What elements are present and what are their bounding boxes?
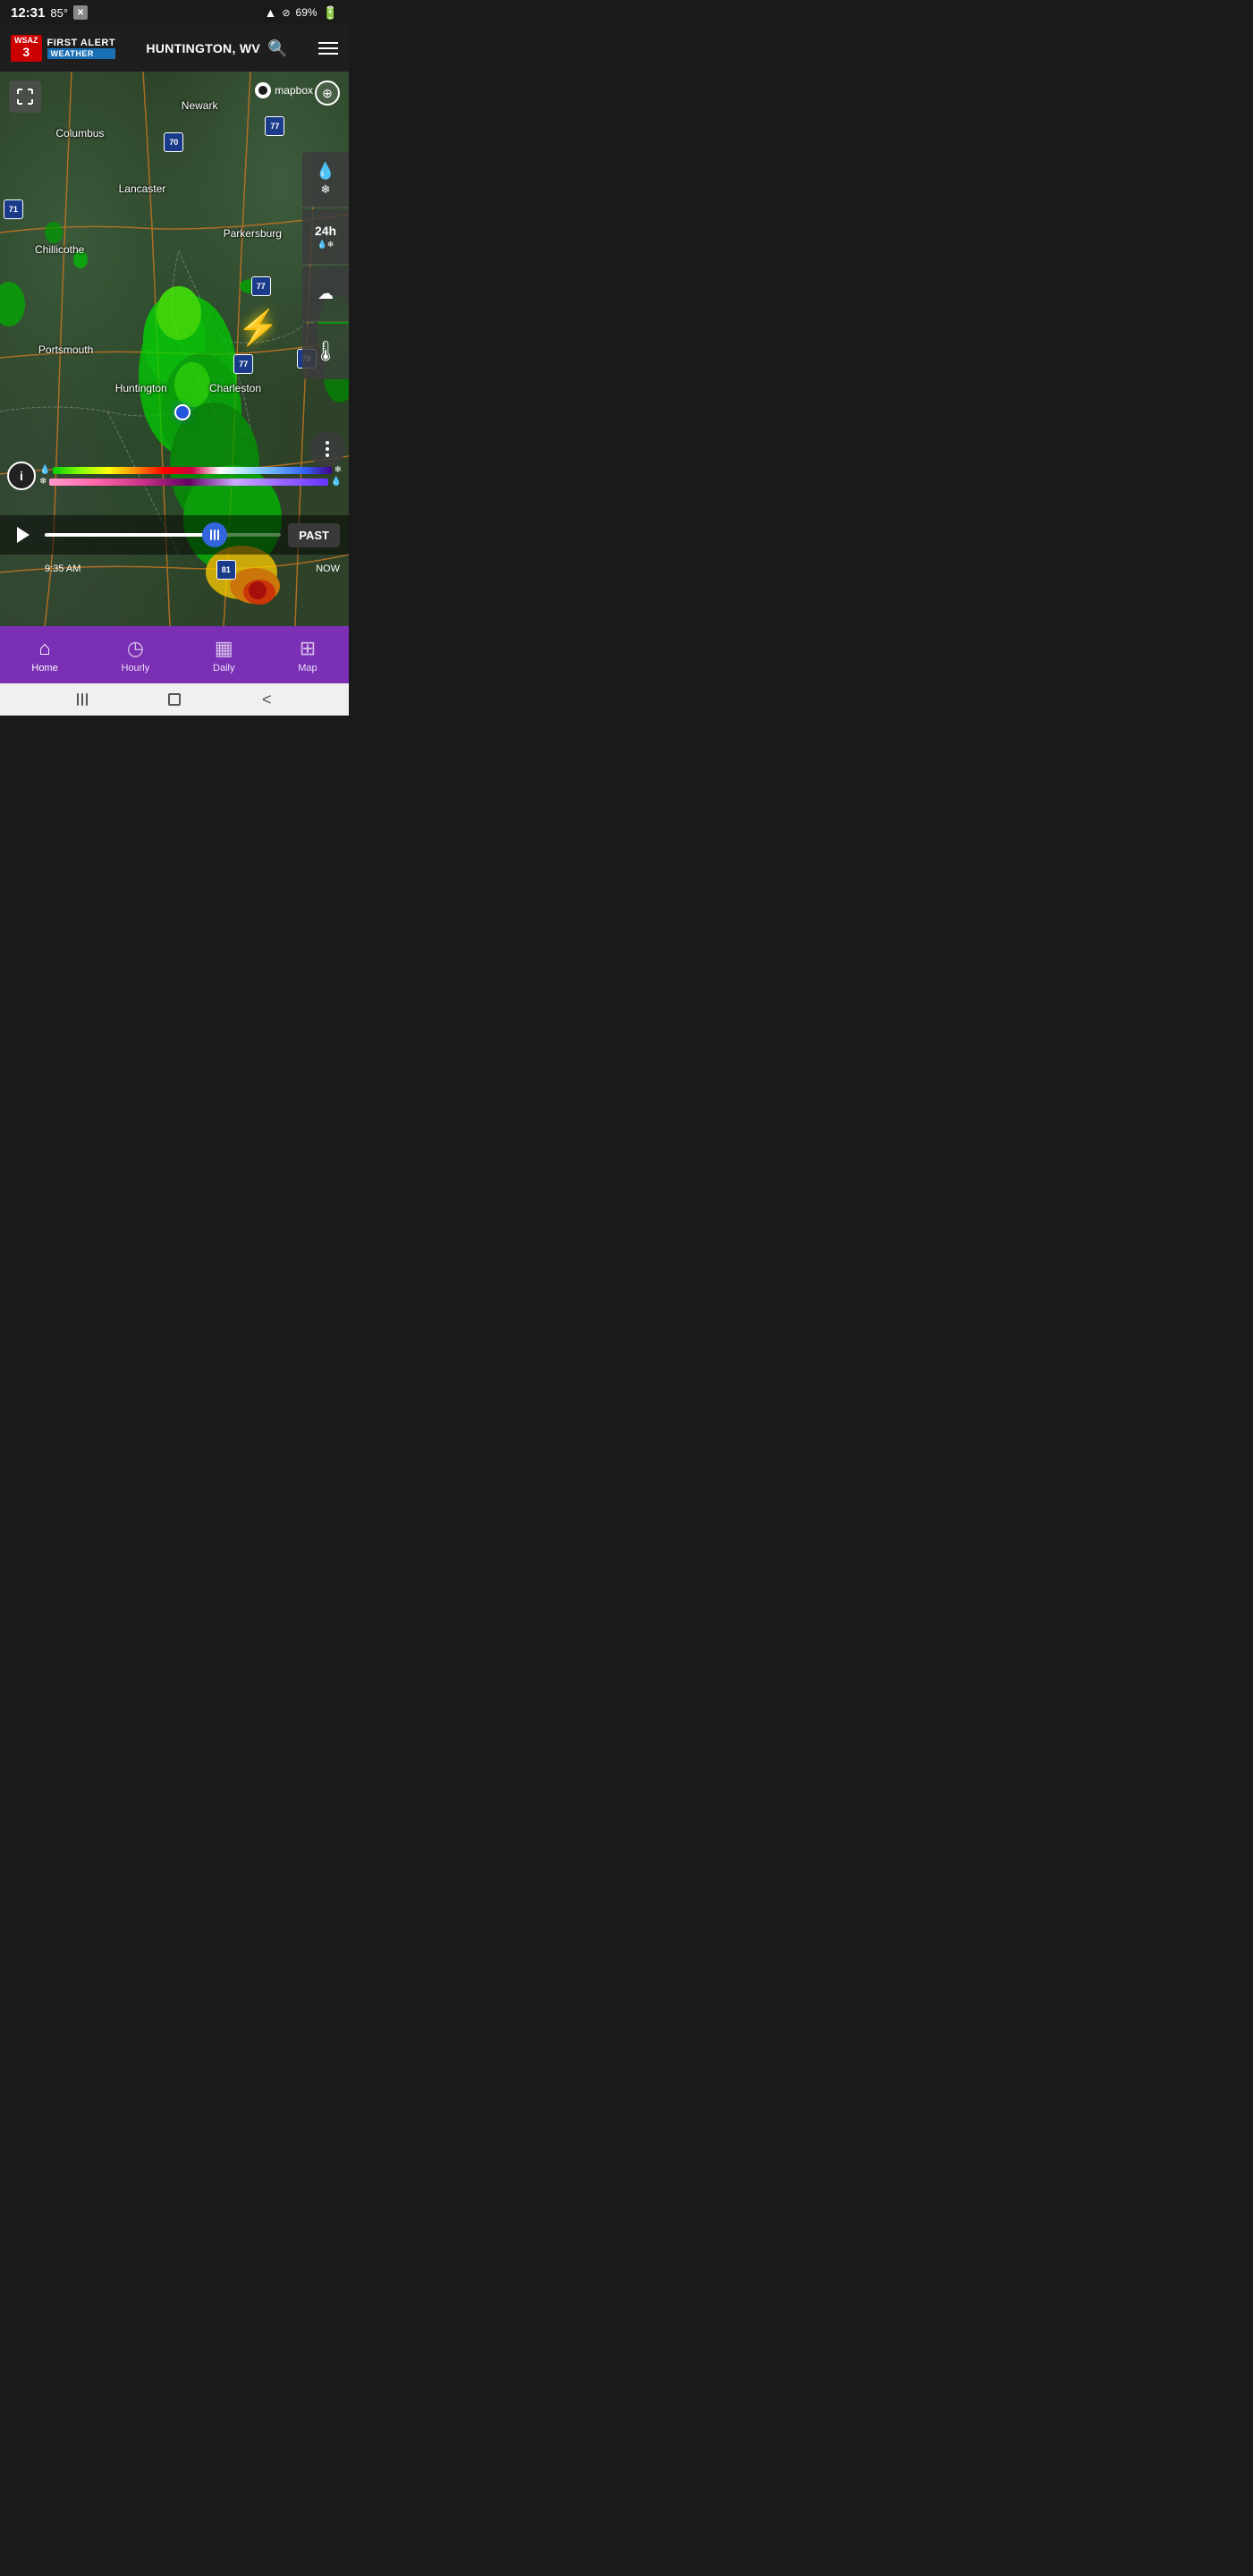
interstate-77-mid: 77 xyxy=(251,276,271,296)
logo-text: FIRST ALERT WEATHER xyxy=(47,38,116,59)
notification-icon: ✕ xyxy=(73,5,88,20)
rain-legend-icon2: 💧 xyxy=(331,477,342,487)
play-icon xyxy=(17,527,30,543)
map-layer-panel: 💧 ❄ 24h 💧❄ ☁ 🌡 xyxy=(302,152,349,379)
radar-legend: i 💧 ❄ ❄ 💧 xyxy=(0,458,349,494)
interstate-77-s: 77 xyxy=(233,354,253,374)
user-location-dot xyxy=(174,404,190,420)
nav-home[interactable]: ⌂ Home xyxy=(17,633,72,677)
battery-icon: 🔋 xyxy=(323,5,338,21)
nav-map[interactable]: ⊞ Map xyxy=(284,633,331,677)
bottom-navigation: ⌂ Home ◷ Hourly ▦ Daily ⊞ Map xyxy=(0,626,349,683)
location-text: HUNTINGTON, WV xyxy=(146,41,260,55)
precip-color-bar xyxy=(53,467,331,474)
more-dots-icon xyxy=(326,441,329,457)
nav-daily[interactable]: ▦ Daily xyxy=(199,633,249,677)
snowflake-icon: ❄ xyxy=(321,182,331,197)
home-icon: ⌂ xyxy=(38,637,50,660)
precip-snow-icon: 💧❄ xyxy=(317,240,334,250)
time-now-label: NOW xyxy=(316,564,340,574)
playback-thumb[interactable] xyxy=(202,522,227,547)
my-location-button[interactable]: ⊕ xyxy=(315,80,340,106)
temperature-display: 85° xyxy=(50,6,68,20)
logo: WSAZ 3 FIRST ALERT WEATHER xyxy=(11,35,115,61)
interstate-70: 70 xyxy=(164,132,183,152)
radar-playback-bar: PAST xyxy=(0,515,349,555)
menu-button[interactable] xyxy=(318,42,338,55)
wifi-icon: ▲ xyxy=(264,5,276,20)
time-display: 12:31 xyxy=(11,5,45,21)
precip-icon: 💧 xyxy=(316,162,335,181)
temperature-layer-button[interactable]: 🌡 xyxy=(302,324,349,379)
channel-badge: WSAZ 3 xyxy=(11,35,42,61)
home-button[interactable] xyxy=(164,689,185,710)
cloud-icon: ☁ xyxy=(317,284,334,303)
recents-icon xyxy=(77,693,88,706)
winter-color-bar xyxy=(49,479,327,486)
daily-icon: ▦ xyxy=(215,637,233,660)
precipitation-layer-button[interactable]: 💧 ❄ xyxy=(302,152,349,208)
system-navigation-bar: < xyxy=(0,683,349,716)
thermometer-icon: 🌡 xyxy=(313,340,338,363)
cloud-layer-button[interactable]: ☁ xyxy=(302,267,349,322)
playback-progress xyxy=(45,533,215,537)
legend-scales: 💧 ❄ ❄ 💧 xyxy=(39,465,342,487)
interstate-77-ne: 77 xyxy=(265,116,284,136)
nav-hourly[interactable]: ◷ Hourly xyxy=(106,633,164,677)
app-header: WSAZ 3 FIRST ALERT WEATHER HUNTINGTON, W… xyxy=(0,25,349,72)
status-bar: 12:31 85° ✕ ▲ ⊘ 69% 🔋 xyxy=(0,0,349,25)
hourly-icon: ◷ xyxy=(127,637,144,660)
mapbox-logo xyxy=(255,82,271,98)
back-icon: < xyxy=(262,691,272,709)
home-sys-icon xyxy=(168,693,181,706)
signal-icon: ⊘ xyxy=(282,7,290,19)
status-right: ▲ ⊘ 69% 🔋 xyxy=(264,5,338,21)
playback-track[interactable] xyxy=(45,533,281,537)
status-left: 12:31 85° ✕ xyxy=(11,5,88,21)
expand-map-button[interactable] xyxy=(9,80,41,113)
interstate-71: 71 xyxy=(4,199,23,219)
snow-legend-icon2: ❄ xyxy=(39,477,47,487)
precip-legend-row: 💧 ❄ xyxy=(39,465,342,475)
location-search-bar[interactable]: HUNTINGTON, WV 🔍 xyxy=(146,39,287,58)
map-view[interactable]: mapbox ⊕ Newark Columbus Lancaster Chill… xyxy=(0,72,349,626)
past-button[interactable]: PAST xyxy=(288,523,340,547)
search-icon[interactable]: 🔍 xyxy=(267,39,288,58)
play-button[interactable] xyxy=(9,521,38,549)
winter-legend-row: ❄ 💧 xyxy=(39,477,342,487)
mapbox-label: mapbox xyxy=(275,84,313,97)
rain-legend-icon: 💧 xyxy=(39,465,50,475)
back-button[interactable]: < xyxy=(256,689,277,710)
thumb-lines-icon xyxy=(210,530,219,540)
time-labels: 9:35 AM NOW xyxy=(45,564,340,574)
map-nav-icon: ⊞ xyxy=(300,637,316,660)
24h-layer-button[interactable]: 24h 💧❄ xyxy=(302,209,349,265)
mapbox-attribution: mapbox xyxy=(255,82,313,98)
battery-display: 69% xyxy=(296,6,317,19)
lightning-icon: ⚡ xyxy=(237,309,241,348)
snow-legend-icon: ❄ xyxy=(334,465,342,475)
recents-button[interactable] xyxy=(72,689,93,710)
time-start-label: 9:35 AM xyxy=(45,564,80,574)
legend-info-button[interactable]: i xyxy=(7,462,36,490)
